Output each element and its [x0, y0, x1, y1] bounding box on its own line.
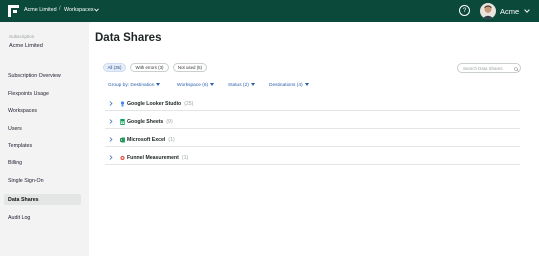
status-filter-dropdown[interactable]: Status (2) [228, 83, 255, 88]
chevron-down-icon[interactable] [94, 8, 99, 12]
workspace-filter-label: Workspace (6) [177, 83, 209, 88]
sidebar-item-subscription-overview[interactable]: Subscription Overview [4, 70, 81, 81]
sidebar-item-audit-log[interactable]: Audit Log [4, 212, 81, 223]
destination-count: (9) [166, 118, 173, 125]
sidebar-item-templates[interactable]: Templates [4, 140, 81, 151]
user-name[interactable]: Acme [500, 7, 519, 16]
breadcrumb-org[interactable]: Acme Limited [24, 7, 57, 13]
sidebar-item-single-sign-on[interactable]: Single Sign-On [4, 175, 81, 186]
chevron-down-icon [250, 83, 255, 87]
search-input[interactable]: Search Data Shares [457, 63, 521, 73]
help-icon[interactable]: ? [459, 5, 470, 16]
user-menu-chevron-icon[interactable] [524, 9, 530, 13]
group-by-label: Group by: Destination [108, 83, 155, 88]
sidebar-item-label: Data Shares [8, 196, 39, 203]
destination-count: (25) [184, 100, 194, 107]
chevron-right-icon[interactable] [109, 119, 113, 124]
destination-name: Funnel Measurement [127, 154, 179, 161]
filter-pill-with-errors[interactable]: With errors (3) [130, 63, 169, 72]
breadcrumb-workspaces[interactable]: Workspaces [64, 7, 94, 13]
sidebar-item-label: Subscription Overview [8, 72, 61, 79]
destination-count: (1) [168, 136, 175, 143]
filter-pill-all[interactable]: All (35) [103, 63, 126, 72]
subscription-value[interactable]: Acme Limited [9, 43, 43, 49]
sidebar-item-label: Audit Log [8, 214, 31, 221]
chevron-right-icon[interactable] [109, 101, 113, 106]
subscription-label: Subscription [9, 34, 35, 39]
sidebar-item-billing[interactable]: Billing [4, 157, 81, 168]
sidebar-item-workspaces[interactable]: Workspaces [4, 105, 81, 116]
top-bar: Acme Limited / Workspaces ? Acme [0, 0, 539, 22]
sidebar-item-users[interactable]: Users [4, 123, 81, 134]
page-title: Data Shares [95, 32, 162, 44]
microsoft-excel-icon [120, 137, 125, 142]
search-icon [514, 66, 519, 72]
destination-row-google-sheets[interactable]: Google Sheets (9) [105, 115, 520, 129]
workspace-filter-dropdown[interactable]: Workspace (6) [177, 83, 215, 88]
breadcrumb-separator: / [59, 6, 61, 12]
sidebar-item-label: Workspaces [8, 107, 38, 114]
main-panel: Data Shares All (35) With errors (3) Not… [89, 22, 539, 256]
destinations-filter-dropdown[interactable]: Destinations (4) [269, 83, 309, 88]
destination-row-google-looker-studio[interactable]: Google Looker Studio (25) [105, 97, 520, 111]
chevron-right-icon[interactable] [109, 137, 113, 142]
funnel-measurement-icon [120, 155, 125, 160]
destination-row-microsoft-excel[interactable]: Microsoft Excel (1) [105, 133, 520, 147]
sidebar-item-label: Billing [8, 159, 23, 166]
sidebar-item-label: Users [8, 125, 22, 132]
chevron-down-icon [156, 83, 161, 87]
funnel-logo-icon[interactable] [8, 5, 19, 17]
destination-count: (1) [181, 154, 189, 161]
status-filter-label: Status (2) [228, 83, 249, 88]
google-sheets-icon [120, 118, 125, 125]
destination-row-funnel-measurement[interactable]: Funnel Measurement (1) [105, 151, 520, 165]
chevron-down-icon [304, 83, 309, 87]
sidebar-item-data-shares[interactable]: Data Shares [4, 194, 81, 205]
group-by-dropdown[interactable]: Group by: Destination [108, 83, 161, 88]
chevron-down-icon [210, 83, 215, 87]
sidebar-item-flexpoints-usage[interactable]: Flexpoints Usage [4, 88, 81, 99]
chevron-right-icon[interactable] [109, 155, 113, 160]
search-placeholder: Search Data Shares [463, 66, 503, 72]
destination-name: Google Looker Studio [127, 100, 182, 107]
destinations-filter-label: Destinations (4) [269, 83, 303, 88]
filter-pill-not-used[interactable]: Not used (5) [173, 63, 207, 72]
avatar[interactable] [480, 3, 496, 19]
destination-name: Google Sheets [127, 118, 164, 125]
sidebar-item-label: Single Sign-On [8, 177, 44, 184]
destination-name: Microsoft Excel [127, 136, 166, 143]
sidebar-item-label: Flexpoints Usage [8, 90, 49, 97]
looker-studio-icon [120, 100, 125, 107]
sidebar-item-label: Templates [8, 142, 33, 149]
